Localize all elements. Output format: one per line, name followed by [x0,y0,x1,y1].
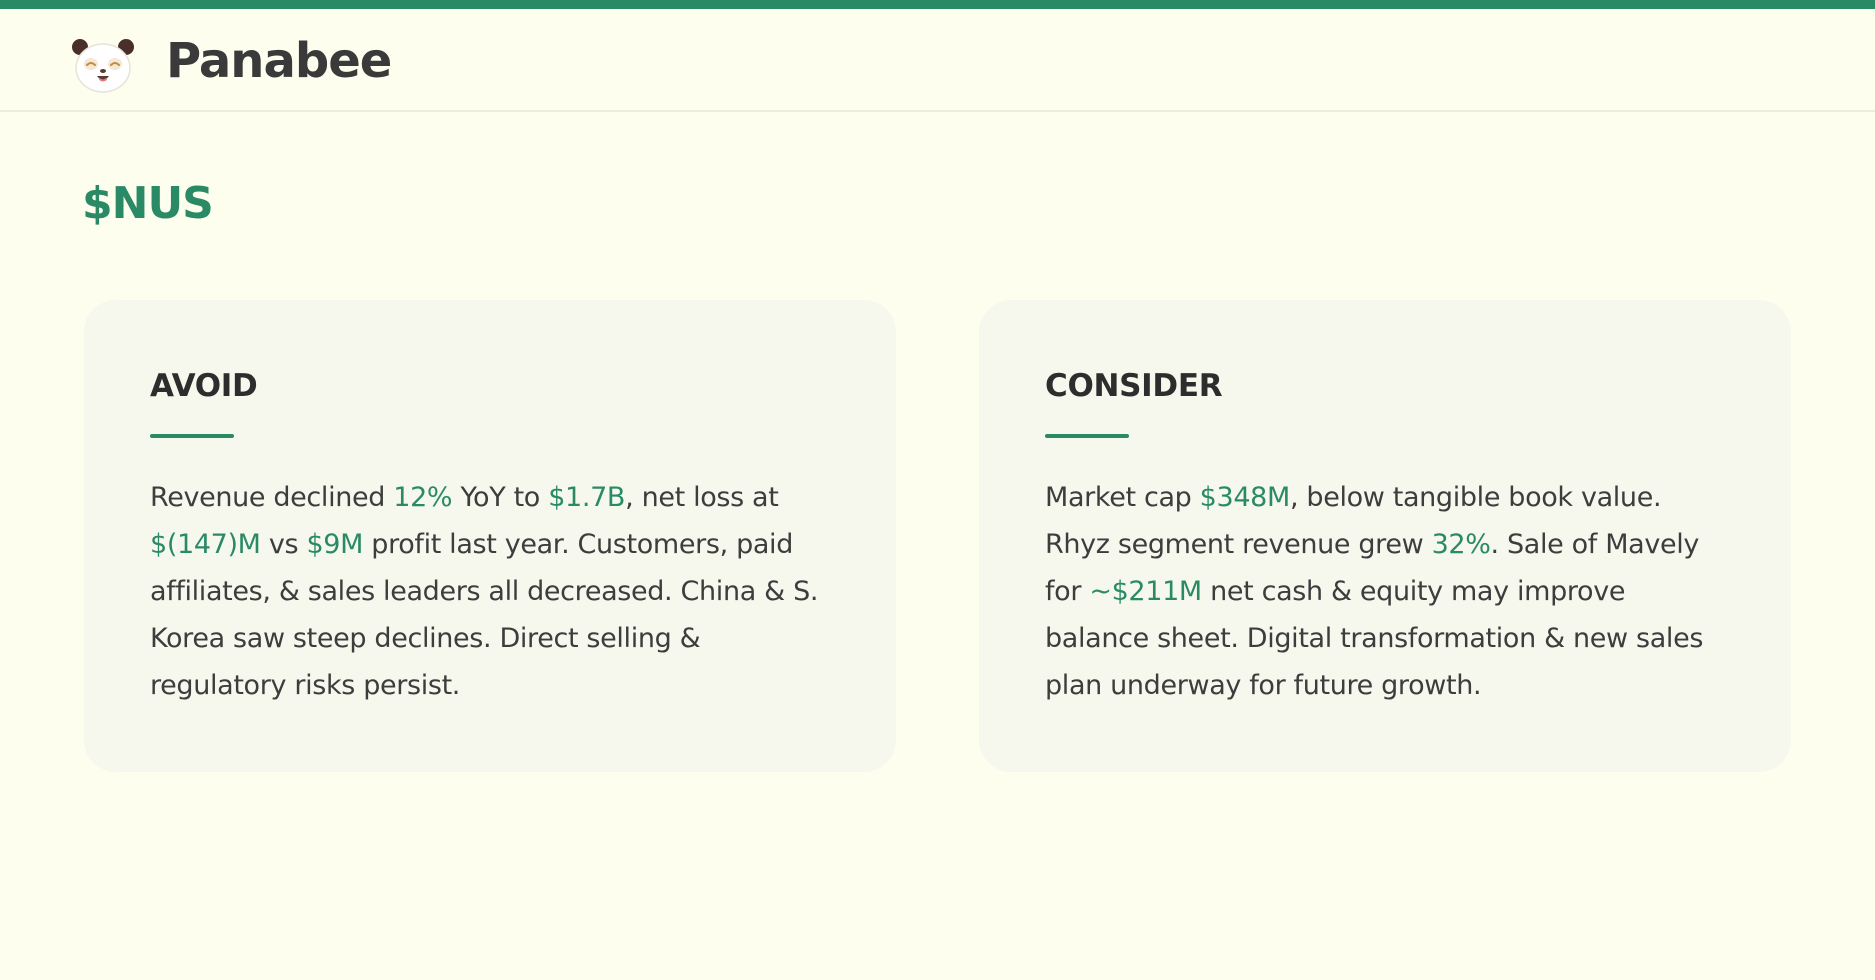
brand-name[interactable]: Panabee [166,31,392,91]
panda-face-icon [72,39,134,93]
highlight-value: $348M [1199,482,1291,513]
highlight-value: $(147)M [150,529,261,560]
summary-text: vs [260,529,307,560]
summary-text: , net loss at [625,482,779,513]
consider-title-underline [1045,434,1129,438]
consider-summary: Market cap $348M, below tangible book va… [1045,474,1725,709]
avoid-summary: Revenue declined 12% YoY to $1.7B, net l… [150,474,830,709]
summary-text: Market cap [1045,482,1200,513]
consider-card: CONSIDER Market cap $348M, below tangibl… [979,300,1791,772]
top-accent-bar [0,0,1875,9]
highlight-value: 12% [393,482,453,513]
highlight-value: $9M [306,529,364,560]
panda-logo-icon[interactable] [70,34,136,94]
highlight-value: $1.7B [548,482,626,513]
avoid-title-underline [150,434,234,438]
highlight-value: 32% [1431,529,1491,560]
avoid-card: AVOID Revenue declined 12% YoY to $1.7B,… [84,300,896,772]
summary-text: YoY to [452,482,549,513]
ticker-symbol: $NUS [82,178,214,229]
summary-text: Revenue declined [150,482,394,513]
site-header: Panabee [0,9,1875,112]
avoid-title: AVOID [150,368,258,404]
highlight-value: ~$211M [1089,576,1202,607]
consider-title: CONSIDER [1045,368,1223,404]
